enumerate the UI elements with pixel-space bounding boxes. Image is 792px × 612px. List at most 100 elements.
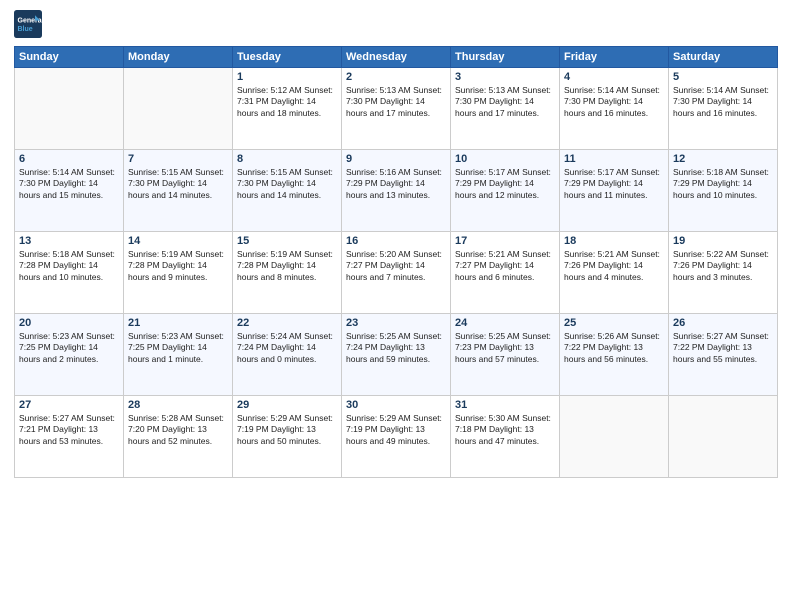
day-info: Sunrise: 5:26 AM Sunset: 7:22 PM Dayligh… [564,331,664,365]
calendar-cell: 6 Sunrise: 5:14 AM Sunset: 7:30 PM Daylig… [15,150,124,232]
day-number: 16 [346,235,446,247]
day-number: 12 [673,153,773,165]
day-info: Sunrise: 5:27 AM Sunset: 7:21 PM Dayligh… [19,413,119,447]
day-number: 13 [19,235,119,247]
calendar-cell: 2 Sunrise: 5:13 AM Sunset: 7:30 PM Daylig… [342,68,451,150]
day-info: Sunrise: 5:25 AM Sunset: 7:24 PM Dayligh… [346,331,446,365]
day-number: 15 [237,235,337,247]
day-info: Sunrise: 5:30 AM Sunset: 7:18 PM Dayligh… [455,413,555,447]
calendar-cell [669,396,778,478]
day-info: Sunrise: 5:27 AM Sunset: 7:22 PM Dayligh… [673,331,773,365]
weekday-header: Friday [560,47,669,68]
day-info: Sunrise: 5:14 AM Sunset: 7:30 PM Dayligh… [19,167,119,201]
logo: General Blue [14,10,46,38]
calendar-cell: 14 Sunrise: 5:19 AM Sunset: 7:28 PM Dayli… [124,232,233,314]
day-number: 25 [564,317,664,329]
day-info: Sunrise: 5:29 AM Sunset: 7:19 PM Dayligh… [346,413,446,447]
svg-text:Blue: Blue [18,26,33,33]
day-number: 28 [128,399,228,411]
calendar-cell: 25 Sunrise: 5:26 AM Sunset: 7:22 PM Dayli… [560,314,669,396]
day-number: 2 [346,71,446,83]
weekday-header: Sunday [15,47,124,68]
calendar-cell: 12 Sunrise: 5:18 AM Sunset: 7:29 PM Dayli… [669,150,778,232]
calendar-cell: 22 Sunrise: 5:24 AM Sunset: 7:24 PM Dayli… [233,314,342,396]
day-number: 11 [564,153,664,165]
day-info: Sunrise: 5:17 AM Sunset: 7:29 PM Dayligh… [455,167,555,201]
day-info: Sunrise: 5:18 AM Sunset: 7:29 PM Dayligh… [673,167,773,201]
day-info: Sunrise: 5:21 AM Sunset: 7:26 PM Dayligh… [564,249,664,283]
day-number: 7 [128,153,228,165]
day-number: 22 [237,317,337,329]
day-number: 4 [564,71,664,83]
day-info: Sunrise: 5:13 AM Sunset: 7:30 PM Dayligh… [455,85,555,119]
day-number: 14 [128,235,228,247]
weekday-header: Monday [124,47,233,68]
calendar-cell: 30Sunrise: 5:29 AM Sunset: 7:19 PM Dayli… [342,396,451,478]
day-info: Sunrise: 5:23 AM Sunset: 7:25 PM Dayligh… [128,331,228,365]
weekday-header: Thursday [451,47,560,68]
day-info: Sunrise: 5:25 AM Sunset: 7:23 PM Dayligh… [455,331,555,365]
calendar-cell: 23 Sunrise: 5:25 AM Sunset: 7:24 PM Dayli… [342,314,451,396]
day-info: Sunrise: 5:12 AM Sunset: 7:31 PM Dayligh… [237,85,337,119]
calendar-cell: 20 Sunrise: 5:23 AM Sunset: 7:25 PM Dayli… [15,314,124,396]
day-info: Sunrise: 5:28 AM Sunset: 7:20 PM Dayligh… [128,413,228,447]
day-number: 3 [455,71,555,83]
calendar-week-row: 13Sunrise: 5:18 AM Sunset: 7:28 PM Dayli… [15,232,778,314]
calendar-cell: 19 Sunrise: 5:22 AM Sunset: 7:26 PM Dayli… [669,232,778,314]
day-number: 6 [19,153,119,165]
svg-text:General: General [18,17,43,24]
weekday-header: Wednesday [342,47,451,68]
day-number: 1 [237,71,337,83]
day-number: 18 [564,235,664,247]
calendar-cell: 4 Sunrise: 5:14 AM Sunset: 7:30 PM Daylig… [560,68,669,150]
day-number: 9 [346,153,446,165]
day-info: Sunrise: 5:23 AM Sunset: 7:25 PM Dayligh… [19,331,119,365]
day-number: 20 [19,317,119,329]
day-info: Sunrise: 5:19 AM Sunset: 7:28 PM Dayligh… [128,249,228,283]
day-info: Sunrise: 5:13 AM Sunset: 7:30 PM Dayligh… [346,85,446,119]
weekday-header: Saturday [669,47,778,68]
calendar-cell: 29 Sunrise: 5:29 AM Sunset: 7:19 PM Dayli… [233,396,342,478]
day-info: Sunrise: 5:29 AM Sunset: 7:19 PM Dayligh… [237,413,337,447]
day-number: 8 [237,153,337,165]
calendar-cell: 1 Sunrise: 5:12 AM Sunset: 7:31 PM Daylig… [233,68,342,150]
calendar-cell: 28 Sunrise: 5:28 AM Sunset: 7:20 PM Dayli… [124,396,233,478]
day-info: Sunrise: 5:17 AM Sunset: 7:29 PM Dayligh… [564,167,664,201]
calendar-cell: 21 Sunrise: 5:23 AM Sunset: 7:25 PM Dayli… [124,314,233,396]
day-info: Sunrise: 5:24 AM Sunset: 7:24 PM Dayligh… [237,331,337,365]
calendar-week-row: 27Sunrise: 5:27 AM Sunset: 7:21 PM Dayli… [15,396,778,478]
header: General Blue [14,10,778,38]
day-number: 29 [237,399,337,411]
calendar-week-row: 1 Sunrise: 5:12 AM Sunset: 7:31 PM Daylig… [15,68,778,150]
day-info: Sunrise: 5:22 AM Sunset: 7:26 PM Dayligh… [673,249,773,283]
day-info: Sunrise: 5:20 AM Sunset: 7:27 PM Dayligh… [346,249,446,283]
calendar-week-row: 6 Sunrise: 5:14 AM Sunset: 7:30 PM Daylig… [15,150,778,232]
calendar-cell [124,68,233,150]
calendar-cell: 27Sunrise: 5:27 AM Sunset: 7:21 PM Dayli… [15,396,124,478]
calendar-cell: 3 Sunrise: 5:13 AM Sunset: 7:30 PM Daylig… [451,68,560,150]
weekday-header: Tuesday [233,47,342,68]
day-info: Sunrise: 5:14 AM Sunset: 7:30 PM Dayligh… [564,85,664,119]
day-number: 24 [455,317,555,329]
calendar-cell: 13Sunrise: 5:18 AM Sunset: 7:28 PM Dayli… [15,232,124,314]
calendar-cell: 24 Sunrise: 5:25 AM Sunset: 7:23 PM Dayli… [451,314,560,396]
calendar-cell: 15 Sunrise: 5:19 AM Sunset: 7:28 PM Dayli… [233,232,342,314]
day-info: Sunrise: 5:21 AM Sunset: 7:27 PM Dayligh… [455,249,555,283]
calendar-cell: 31 Sunrise: 5:30 AM Sunset: 7:18 PM Dayli… [451,396,560,478]
day-info: Sunrise: 5:14 AM Sunset: 7:30 PM Dayligh… [673,85,773,119]
day-number: 23 [346,317,446,329]
day-info: Sunrise: 5:19 AM Sunset: 7:28 PM Dayligh… [237,249,337,283]
calendar-cell: 17 Sunrise: 5:21 AM Sunset: 7:27 PM Dayli… [451,232,560,314]
day-number: 19 [673,235,773,247]
logo-icon: General Blue [14,10,42,38]
day-number: 21 [128,317,228,329]
calendar-cell: 16 Sunrise: 5:20 AM Sunset: 7:27 PM Dayli… [342,232,451,314]
calendar-cell: 26Sunrise: 5:27 AM Sunset: 7:22 PM Dayli… [669,314,778,396]
calendar-week-row: 20 Sunrise: 5:23 AM Sunset: 7:25 PM Dayli… [15,314,778,396]
day-info: Sunrise: 5:16 AM Sunset: 7:29 PM Dayligh… [346,167,446,201]
calendar-cell: 10Sunrise: 5:17 AM Sunset: 7:29 PM Dayli… [451,150,560,232]
day-info: Sunrise: 5:15 AM Sunset: 7:30 PM Dayligh… [237,167,337,201]
calendar-cell: 5Sunrise: 5:14 AM Sunset: 7:30 PM Daylig… [669,68,778,150]
day-number: 17 [455,235,555,247]
day-number: 31 [455,399,555,411]
